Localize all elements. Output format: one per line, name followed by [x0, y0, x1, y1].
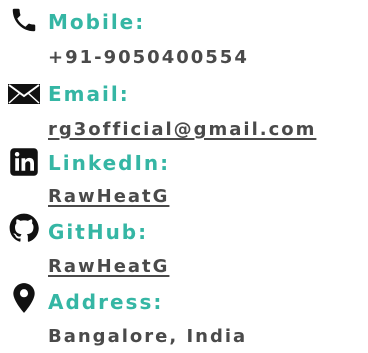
contact-entry-mobile: Mobile: +91-9050400554 [0, 0, 368, 72]
contact-entry-address: Address: Bangalore, India [0, 280, 368, 353]
linkedin-icon [6, 146, 42, 178]
phone-icon [6, 4, 42, 36]
contact-info-list: Mobile: +91-9050400554 Email: rg3officia… [0, 0, 368, 353]
linkedin-link[interactable]: RawHeatG [48, 188, 169, 206]
contact-entry-linkedin: LinkedIn: RawHeatG [0, 144, 368, 208]
address-value: Bangalore, India [48, 326, 248, 347]
github-label: GitHub: [48, 220, 149, 244]
address-label: Address: [48, 290, 164, 314]
linkedin-label: LinkedIn: [48, 151, 171, 175]
location-pin-icon [6, 282, 42, 314]
mobile-number: +91-9050400554 [48, 47, 249, 68]
email-link[interactable]: rg3official@gmail.com [48, 121, 316, 139]
github-link[interactable]: RawHeatG [48, 258, 169, 276]
email-label: Email: [48, 82, 130, 106]
contact-entry-github: GitHub: RawHeatG [0, 208, 368, 280]
mobile-label: Mobile: [48, 10, 146, 34]
github-icon [6, 212, 42, 244]
contact-entry-email: Email: rg3official@gmail.com [0, 72, 368, 144]
email-icon [6, 78, 42, 110]
